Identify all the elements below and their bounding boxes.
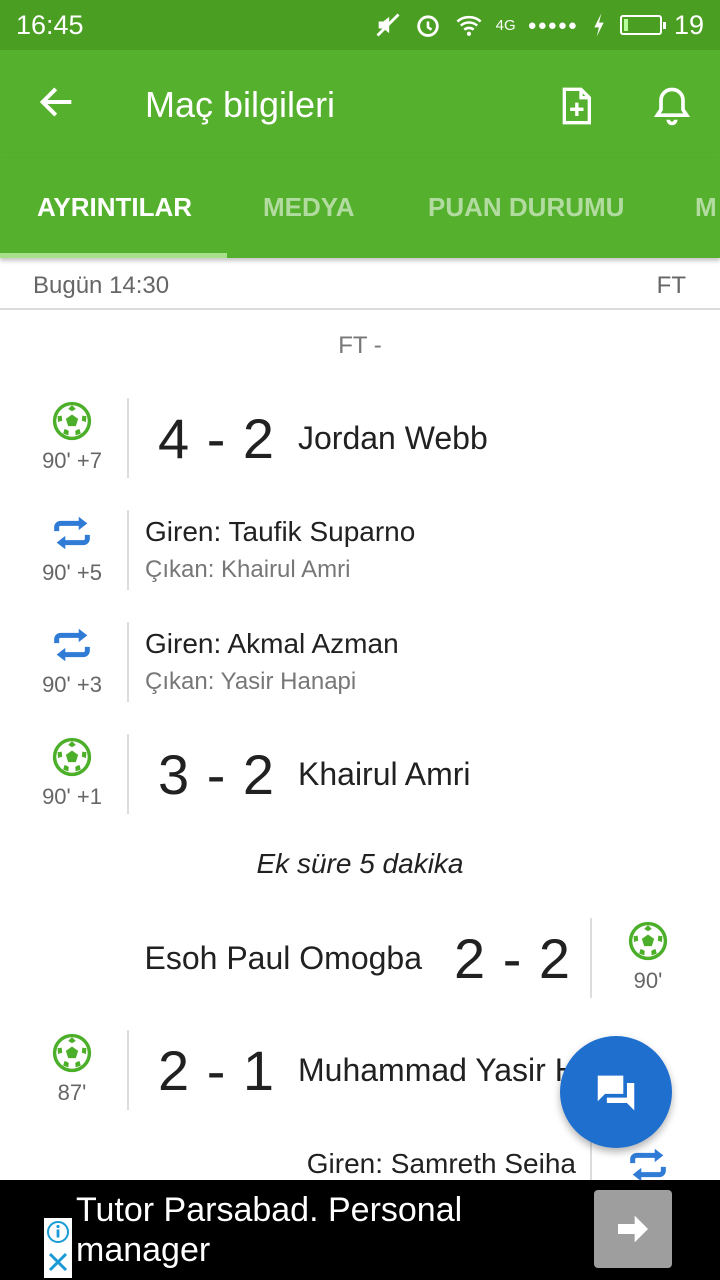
bell-icon[interactable]	[650, 84, 694, 128]
divider	[127, 622, 129, 702]
arrow-right-icon	[618, 1215, 648, 1243]
event-score: 2 - 1	[158, 1039, 276, 1102]
wifi-icon	[456, 15, 482, 36]
match-status: FT	[656, 272, 686, 299]
match-date: Bugün 14:30	[33, 272, 170, 299]
page-title: Maç bilgileri	[145, 84, 336, 125]
event-minute: 90' +5	[42, 560, 102, 585]
soccer-ball-icon	[52, 1033, 92, 1073]
divider	[127, 510, 129, 590]
app-bar: Maç bilgileri	[0, 50, 720, 158]
soccer-ball-icon	[52, 737, 92, 777]
divider	[590, 918, 592, 998]
event-minute: 87'	[57, 1080, 87, 1105]
event-minute: 90' +1	[42, 784, 102, 809]
substitution-icon	[630, 1148, 666, 1180]
ad-info-icon[interactable]	[44, 1218, 72, 1278]
charging-icon	[594, 13, 604, 37]
tab-media[interactable]: MEDYA	[263, 192, 355, 223]
event-minute: 90'	[633, 968, 663, 993]
match-date-row: Bugün 14:30 FT	[0, 262, 720, 310]
ad-text: Tutor Parsabad. Personal manager	[76, 1191, 463, 1269]
sub-player-in: Giren: Samreth Seiha	[306, 1148, 576, 1179]
tab-standings[interactable]: PUAN DURUMU	[428, 192, 624, 223]
event-icon-col: 90' +5	[30, 510, 114, 586]
divider	[127, 398, 129, 478]
sub-player-in: Giren: Taufik Suparno	[145, 516, 416, 547]
status-icons: 4G ●●●●● 19	[374, 10, 704, 41]
event-icon-col: 90'	[606, 918, 690, 994]
event-minute: 90' +3	[42, 672, 102, 697]
divider	[127, 1030, 129, 1110]
alarm-icon	[416, 15, 439, 37]
event-score: 4 - 2	[158, 407, 276, 470]
event-player: Esoh Paul Omogba	[144, 940, 423, 976]
event-player: Jordan Webb	[298, 420, 488, 456]
event-icon-col: 90' +3	[30, 622, 114, 698]
event-icon-col: 90' +1	[30, 734, 114, 810]
tab-bar: AYRINTILAR MEDYA PUAN DURUMU M	[0, 158, 720, 258]
substitution-icon	[54, 516, 90, 550]
tab-more[interactable]: M	[695, 192, 717, 223]
ad-banner[interactable]: Tutor Parsabad. Personal manager	[0, 1180, 720, 1280]
ft-score-line: FT -	[338, 332, 382, 359]
mute-icon	[376, 13, 400, 37]
divider	[590, 1142, 592, 1180]
battery-icon	[619, 15, 666, 35]
event-row[interactable]: 90' +1 3 - 2 Khairul Amri	[0, 734, 720, 824]
sub-player-out: Çıkan: Yasir Hanapi	[145, 668, 357, 695]
chat-icon	[597, 1075, 635, 1111]
status-bar: 16:45 4G ●●●●● 19	[0, 0, 720, 50]
event-minute: 90' +7	[42, 448, 102, 473]
soccer-ball-icon	[628, 921, 668, 961]
arrow-back-icon[interactable]	[36, 82, 76, 122]
tab-details[interactable]: AYRINTILAR	[37, 192, 192, 223]
event-row[interactable]: Esoh Paul Omogba 2 - 2 90'	[0, 918, 720, 1008]
battery-level: 19	[673, 9, 704, 40]
sub-player-in: Giren: Akmal Azman	[145, 628, 399, 659]
soccer-ball-icon	[52, 401, 92, 441]
substitution-icon	[54, 628, 90, 662]
extra-time-note: Ek süre 5 dakika	[256, 848, 464, 879]
tab-indicator	[0, 253, 227, 258]
event-row[interactable]: 90' +5 Giren: Taufik Suparno Çıkan: Khai…	[0, 510, 720, 600]
event-row[interactable]: 90' +7 4 - 2 Jordan Webb	[0, 398, 720, 488]
event-score: 3 - 2	[158, 743, 276, 806]
event-icon-col: 87'	[30, 1030, 114, 1106]
screen: 16:45 4G ●●●●● 19 Maç bilgileri AYRINTIL…	[0, 0, 720, 1280]
status-time: 16:45	[16, 9, 84, 40]
event-score: 2 - 2	[454, 927, 572, 990]
event-player: Khairul Amri	[298, 756, 471, 792]
ad-go-button[interactable]	[594, 1190, 672, 1268]
event-row[interactable]: 90' +3 Giren: Akmal Azman Çıkan: Yasir H…	[0, 622, 720, 712]
signal-strength: ●●●●●	[527, 16, 578, 34]
event-icon-col: 90' +7	[30, 398, 114, 474]
network-type: 4G	[495, 16, 516, 34]
add-document-icon[interactable]	[556, 86, 596, 126]
divider	[127, 734, 129, 814]
chat-fab-button[interactable]	[560, 1036, 672, 1148]
sub-player-out: Çıkan: Khairul Amri	[145, 556, 351, 583]
